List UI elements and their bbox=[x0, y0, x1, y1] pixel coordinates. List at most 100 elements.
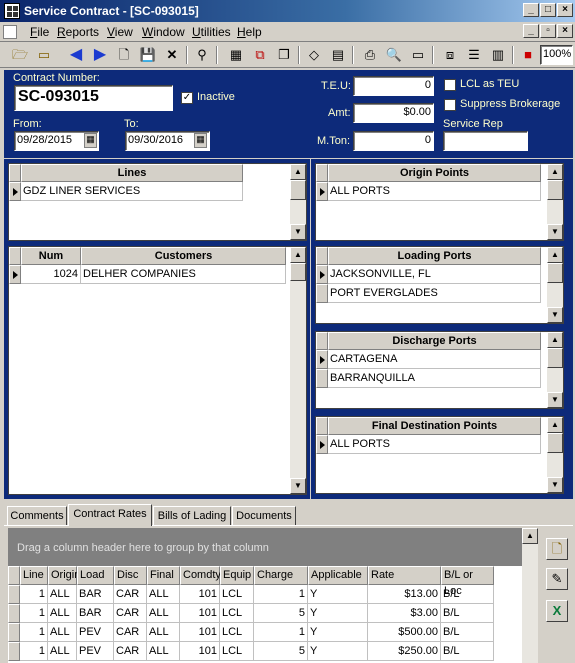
open-folder-icon[interactable]: 🗁 bbox=[10, 45, 30, 65]
origin-scrollbar[interactable]: ▲ ▼ bbox=[547, 164, 563, 240]
rates-cell[interactable]: 1 bbox=[20, 585, 48, 604]
rates-column-header[interactable]: Load bbox=[77, 566, 114, 585]
scroll-down-icon[interactable]: ▼ bbox=[547, 477, 563, 493]
service-rep-field[interactable] bbox=[443, 131, 528, 151]
customers-column-header[interactable]: Customers bbox=[81, 247, 286, 265]
calendar-icon[interactable]: ▦ bbox=[84, 133, 97, 148]
child-restore-button[interactable]: ▫ bbox=[540, 24, 556, 38]
scroll-thumb[interactable] bbox=[547, 180, 563, 200]
rates-column-header[interactable]: Line bbox=[20, 566, 48, 585]
row-selector[interactable] bbox=[8, 604, 20, 623]
rates-column-header[interactable]: Disc bbox=[114, 566, 147, 585]
rates-column-header[interactable]: Equip bbox=[220, 566, 254, 585]
rates-cell[interactable]: LCL bbox=[220, 604, 254, 623]
lcl-as-teu-checkbox[interactable] bbox=[444, 79, 456, 91]
tile-horizontal-icon[interactable]: ☰ bbox=[464, 45, 484, 65]
rates-cell[interactable]: LCL bbox=[220, 623, 254, 642]
discharge-scrollbar[interactable]: ▲ ▼ bbox=[547, 332, 563, 408]
rates-column-header[interactable]: Comdty bbox=[180, 566, 221, 585]
rates-cell[interactable]: ALL bbox=[147, 642, 180, 661]
rates-cell[interactable]: 1 bbox=[20, 604, 48, 623]
loading-port-cell[interactable]: PORT EVERGLADES bbox=[328, 284, 541, 303]
rates-column-header[interactable]: Charge bbox=[254, 566, 308, 585]
row-selector[interactable] bbox=[316, 435, 328, 454]
row-selector[interactable] bbox=[316, 265, 328, 284]
menu-reports[interactable]: Reports bbox=[57, 25, 99, 39]
rates-column-header[interactable]: Final bbox=[147, 566, 180, 585]
rates-cell[interactable]: ALL bbox=[48, 642, 77, 661]
row-selector[interactable] bbox=[8, 642, 20, 661]
binoculars-icon[interactable]: ⚲ bbox=[192, 45, 212, 65]
new-document-icon[interactable]: 🗋 bbox=[114, 45, 134, 65]
scroll-thumb[interactable] bbox=[547, 433, 563, 453]
rates-cell[interactable]: Y bbox=[308, 585, 368, 604]
rates-cell[interactable]: 5 bbox=[254, 642, 308, 661]
delete-icon[interactable]: ✕ bbox=[162, 45, 182, 65]
calendar-icon[interactable]: ▦ bbox=[194, 133, 207, 148]
customer-name-cell[interactable]: DELHER COMPANIES bbox=[81, 265, 286, 284]
folder-icon[interactable]: ▭ bbox=[34, 45, 54, 65]
menu-file[interactable]: File bbox=[30, 25, 49, 39]
scroll-down-icon[interactable]: ▼ bbox=[290, 478, 306, 494]
scroll-up-icon[interactable]: ▲ bbox=[547, 332, 563, 348]
scroll-up-icon[interactable]: ▲ bbox=[290, 164, 306, 180]
scroll-up-icon[interactable]: ▲ bbox=[547, 247, 563, 263]
excel-export-icon[interactable]: X bbox=[546, 600, 568, 622]
loading-ports-column-header[interactable]: Loading Ports bbox=[328, 247, 541, 265]
eraser-icon[interactable]: ◇ bbox=[304, 45, 324, 65]
rates-cell[interactable]: 1 bbox=[20, 623, 48, 642]
colors-icon[interactable]: ■ bbox=[518, 45, 538, 65]
tab-contract-rates[interactable]: Contract Rates bbox=[68, 504, 152, 526]
row-selector[interactable] bbox=[9, 182, 21, 201]
calculator-icon[interactable]: ▦ bbox=[226, 45, 246, 65]
zoom-field[interactable]: 100% bbox=[540, 45, 573, 65]
child-close-button[interactable]: × bbox=[557, 24, 573, 38]
scroll-up-icon[interactable]: ▲ bbox=[522, 528, 538, 544]
discharge-ports-column-header[interactable]: Discharge Ports bbox=[328, 332, 541, 350]
rates-cell[interactable]: Y bbox=[308, 623, 368, 642]
customer-num-cell[interactable]: 1024 bbox=[21, 265, 81, 284]
rates-cell[interactable]: BAR bbox=[77, 604, 114, 623]
scroll-down-icon[interactable]: ▼ bbox=[547, 392, 563, 408]
rates-cell[interactable]: 1 bbox=[254, 585, 308, 604]
suppress-brokerage-checkbox[interactable] bbox=[444, 99, 456, 111]
row-selector[interactable] bbox=[8, 585, 20, 604]
print-icon[interactable]: ⎙ bbox=[360, 45, 380, 65]
teu-field[interactable]: 0 bbox=[353, 76, 434, 96]
rates-cell[interactable]: $3.00 bbox=[368, 604, 441, 623]
rates-cell[interactable]: Y bbox=[308, 604, 368, 623]
loading-scrollbar[interactable]: ▲ ▼ bbox=[547, 247, 563, 323]
rates-cell[interactable]: PEV bbox=[77, 623, 114, 642]
new-rate-icon[interactable]: 🗋 bbox=[546, 538, 568, 560]
minimize-button[interactable]: _ bbox=[523, 3, 539, 17]
rates-cell[interactable]: 1 bbox=[20, 642, 48, 661]
rates-scrollbar[interactable]: ▲ bbox=[522, 528, 538, 663]
final-destination-scrollbar[interactable]: ▲ ▼ bbox=[547, 417, 563, 493]
child-minimize-button[interactable]: _ bbox=[523, 24, 539, 38]
contract-number-field[interactable]: SC-093015 bbox=[14, 85, 173, 111]
rates-column-header[interactable]: B/L or Loc bbox=[441, 566, 494, 597]
tab-comments[interactable]: Comments bbox=[7, 506, 67, 526]
loading-port-cell[interactable]: JACKSONVILLE, FL bbox=[328, 265, 541, 284]
rates-column-header[interactable]: Applicable bbox=[308, 566, 368, 585]
save-icon[interactable]: 💾 bbox=[138, 45, 158, 65]
rates-cell[interactable]: ALL bbox=[147, 604, 180, 623]
tab-bills-of-lading[interactable]: Bills of Lading bbox=[153, 506, 231, 526]
num-column-header[interactable]: Num bbox=[21, 247, 81, 265]
menu-help[interactable]: Help bbox=[237, 25, 262, 39]
rates-cell[interactable]: CAR bbox=[114, 642, 147, 661]
close-button[interactable]: × bbox=[557, 3, 573, 17]
copy-icon[interactable]: ❐ bbox=[274, 45, 294, 65]
rates-cell[interactable]: ALL bbox=[48, 604, 77, 623]
lines-cell[interactable]: GDZ LINER SERVICES bbox=[21, 182, 243, 201]
rates-cell[interactable]: 101 bbox=[180, 623, 220, 642]
origin-point-cell[interactable]: ALL PORTS bbox=[328, 182, 541, 201]
rates-cell[interactable]: ALL bbox=[147, 623, 180, 642]
rates-cell[interactable]: $250.00 bbox=[368, 642, 441, 661]
rates-cell[interactable]: B/L bbox=[441, 585, 494, 604]
rates-cell[interactable]: 101 bbox=[180, 604, 220, 623]
menu-view[interactable]: View bbox=[107, 25, 133, 39]
rates-cell[interactable]: ALL bbox=[147, 585, 180, 604]
row-selector[interactable] bbox=[8, 623, 20, 642]
rates-cell[interactable]: ALL bbox=[48, 623, 77, 642]
